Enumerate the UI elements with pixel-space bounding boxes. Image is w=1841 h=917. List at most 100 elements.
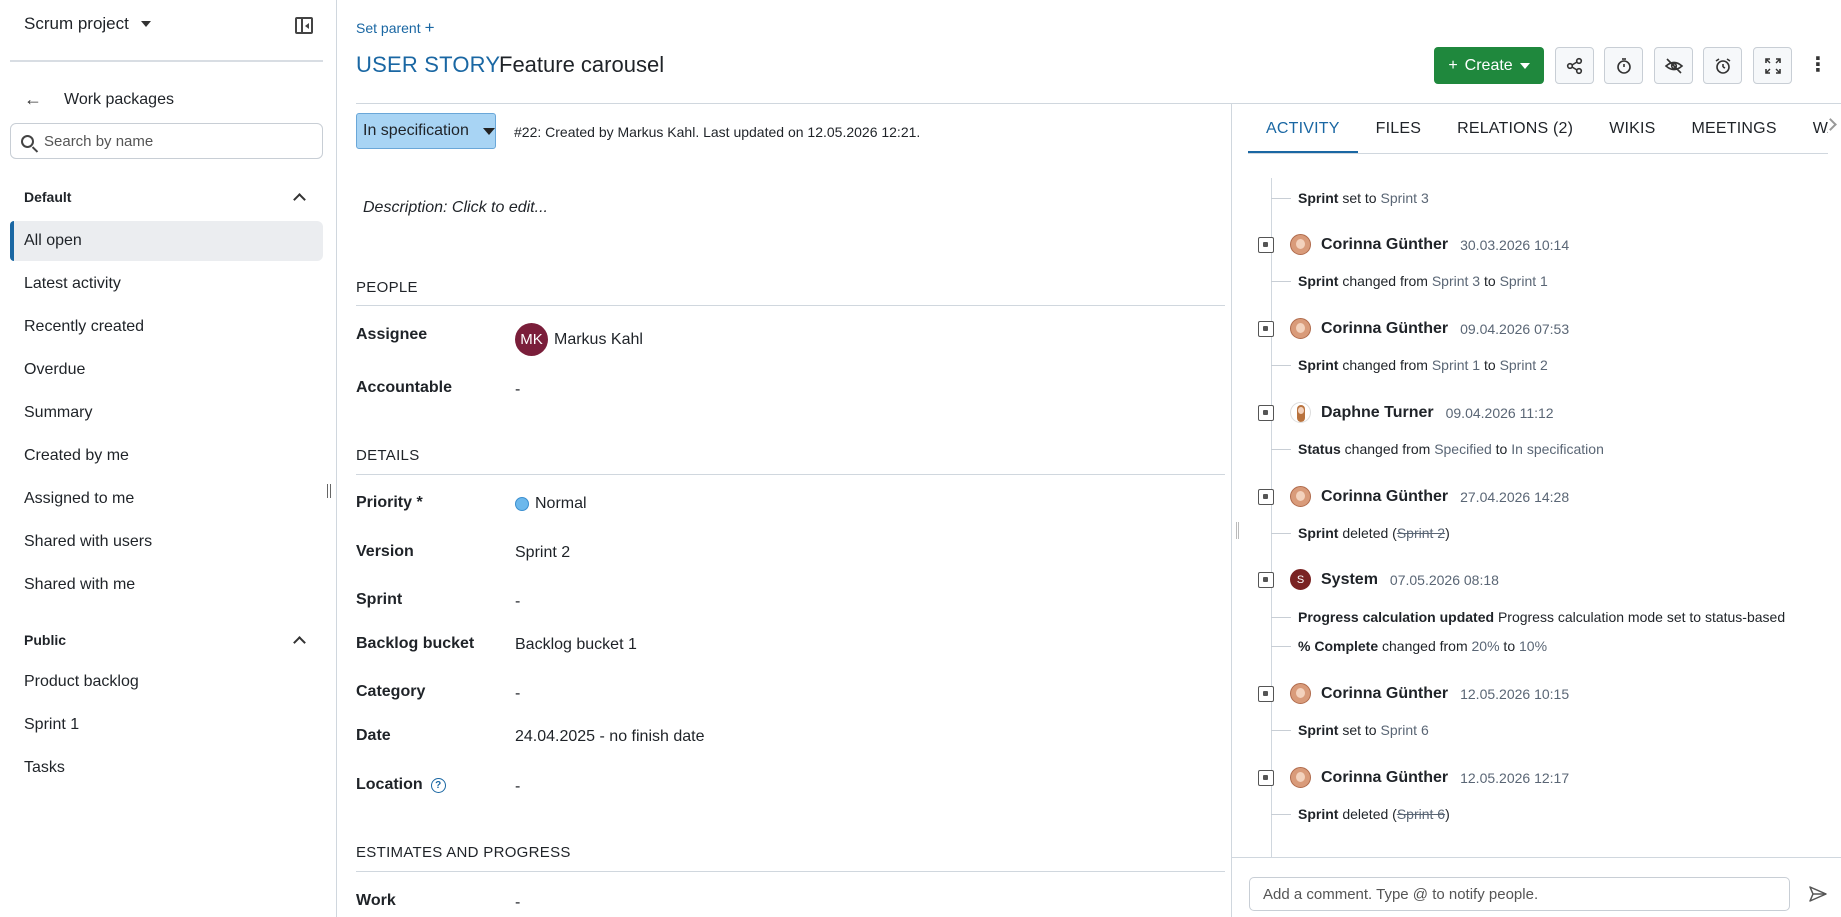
tab-wikis[interactable]: WIKIS	[1591, 104, 1673, 153]
collapse-sidebar-icon[interactable]	[295, 17, 313, 34]
avatar	[1290, 402, 1311, 423]
work-value[interactable]: -	[515, 894, 520, 912]
help-icon[interactable]: ?	[430, 777, 446, 793]
start-timer-button[interactable]	[1604, 47, 1643, 84]
tab-watchers[interactable]: WATCHERS	[1795, 104, 1828, 153]
create-button[interactable]: + Create	[1434, 47, 1544, 84]
group-default-header[interactable]: Default	[24, 189, 314, 206]
panel-divider	[1231, 104, 1232, 917]
expand-details-icon[interactable]	[1258, 685, 1274, 702]
expand-details-icon[interactable]	[1258, 571, 1274, 588]
status-label: In specification	[363, 122, 469, 139]
activity-time[interactable]: 27.04.2026 14:28	[1460, 489, 1569, 505]
project-selector[interactable]: Scrum project	[24, 14, 151, 34]
tab-activity[interactable]: ACTIVITY	[1248, 104, 1358, 153]
avatar	[1290, 318, 1311, 339]
backlog-bucket-value[interactable]: Backlog bucket 1	[515, 636, 637, 654]
sidebar-item-created-by-me[interactable]: Created by me	[10, 436, 323, 476]
alarm-clock-icon	[1715, 57, 1730, 74]
sidebar-item-product-backlog[interactable]: Product backlog	[10, 662, 323, 702]
activity-time[interactable]: 30.03.2026 10:14	[1460, 237, 1569, 253]
activity-user[interactable]: Daphne Turner	[1321, 404, 1434, 422]
send-comment-button[interactable]	[1800, 877, 1836, 911]
location-value[interactable]: -	[515, 778, 520, 796]
sprint-value[interactable]: -	[515, 593, 520, 611]
sidebar-item-tasks[interactable]: Tasks	[10, 748, 323, 788]
expand-details-icon[interactable]	[1258, 488, 1274, 505]
set-parent-link[interactable]: Set parent +	[356, 19, 435, 36]
activity-entry-header: Daphne Turner 09.04.2026 11:12	[1258, 402, 1554, 423]
more-actions-icon[interactable]: ⋮	[1808, 52, 1828, 77]
timeline-branch	[1271, 281, 1291, 282]
activity-user[interactable]: Corinna Günther	[1321, 236, 1448, 254]
date-value[interactable]: 24.04.2025 - no finish date	[515, 728, 704, 746]
sidebar-item-shared-with-users[interactable]: Shared with users	[10, 522, 323, 562]
activity-detail: % Complete changed from 20% to 10%	[1298, 638, 1548, 654]
set-parent-label: Set parent	[356, 19, 421, 36]
sidebar-item-assigned-to-me[interactable]: Assigned to me	[10, 479, 323, 519]
activity-user[interactable]: Corinna Günther	[1321, 488, 1448, 506]
sidebar-item-all-open[interactable]: All open	[10, 221, 323, 261]
sidebar-item-shared-with-me[interactable]: Shared with me	[10, 565, 323, 605]
timeline-branch	[1271, 730, 1291, 731]
work-package-subject[interactable]: Feature carousel	[499, 52, 664, 78]
expand-details-icon[interactable]	[1258, 769, 1274, 786]
panel-resize-handle[interactable]	[1236, 522, 1239, 539]
activity-user[interactable]: Corinna Günther	[1321, 769, 1448, 787]
chevron-down-icon	[482, 127, 495, 135]
priority-value[interactable]: Normal	[515, 495, 587, 513]
activity-user[interactable]: Corinna Günther	[1321, 685, 1448, 703]
avatar: S	[1290, 569, 1311, 590]
share-button[interactable]	[1555, 47, 1594, 84]
avatar	[1290, 234, 1311, 255]
sidebar-item-sprint-1[interactable]: Sprint 1	[10, 705, 323, 745]
tab-files[interactable]: FILES	[1358, 104, 1439, 153]
tab-meetings[interactable]: MEETINGS	[1674, 104, 1795, 153]
work-label: Work	[356, 892, 396, 909]
activity-detail: Progress calculation updated Progress ca…	[1298, 609, 1786, 625]
stopwatch-icon	[1616, 57, 1631, 74]
expand-details-icon[interactable]	[1258, 404, 1274, 421]
back-to-work-packages[interactable]: ← Work packages	[24, 89, 174, 110]
sidebar-item-latest-activity[interactable]: Latest activity	[10, 264, 323, 304]
fullscreen-button[interactable]	[1753, 47, 1792, 84]
description-field[interactable]: Description: Click to edit...	[363, 199, 548, 217]
sprint-label: Sprint	[356, 591, 403, 608]
activity-time[interactable]: 07.05.2026 08:18	[1390, 572, 1499, 588]
activity-time[interactable]: 12.05.2026 10:15	[1460, 686, 1569, 702]
accountable-value[interactable]: -	[515, 381, 520, 399]
plus-icon: +	[1448, 56, 1458, 74]
sidebar-item-overdue[interactable]: Overdue	[10, 350, 323, 390]
eye-closed-icon	[1664, 57, 1683, 74]
work-package-meta: #22: Created by Markus Kahl. Last update…	[514, 124, 921, 140]
expand-details-icon[interactable]	[1258, 236, 1274, 253]
activity-time[interactable]: 09.04.2026 07:53	[1460, 321, 1569, 337]
chevron-up-icon	[293, 635, 306, 649]
activity-user: System	[1321, 570, 1378, 588]
chevron-up-icon	[293, 192, 306, 206]
tab-bar: ACTIVITY FILES RELATIONS (2) WIKIS MEETI…	[1248, 104, 1828, 154]
status-dropdown[interactable]: In specification	[356, 113, 496, 149]
sidebar-resize-handle[interactable]	[327, 484, 331, 498]
expand-details-icon[interactable]	[1258, 320, 1274, 337]
search-input[interactable]	[44, 132, 304, 150]
send-icon	[1809, 886, 1827, 902]
activity-time[interactable]: 12.05.2026 12:17	[1460, 770, 1569, 786]
group-public-header[interactable]: Public	[24, 632, 314, 649]
chevron-down-icon	[140, 21, 151, 27]
reminder-button[interactable]	[1703, 47, 1742, 84]
tab-relations[interactable]: RELATIONS (2)	[1439, 104, 1591, 153]
assignee-value[interactable]: MK Markus Kahl	[515, 323, 643, 356]
unwatch-button[interactable]	[1654, 47, 1693, 84]
activity-user[interactable]: Corinna Günther	[1321, 320, 1448, 338]
activity-time[interactable]: 09.04.2026 11:12	[1446, 405, 1554, 421]
comment-input[interactable]: Add a comment. Type @ to notify people.	[1249, 877, 1790, 911]
activity-entry-header: Corinna Günther 09.04.2026 07:53	[1258, 318, 1569, 339]
version-value[interactable]: Sprint 2	[515, 544, 570, 562]
category-value[interactable]: -	[515, 685, 520, 703]
activity-detail: Sprint deleted (Sprint 6)	[1298, 806, 1450, 822]
avatar: MK	[515, 323, 548, 356]
sidebar-item-summary[interactable]: Summary	[10, 393, 323, 433]
activity-detail: Sprint changed from Sprint 3 to Sprint 1	[1298, 273, 1548, 289]
sidebar-item-recently-created[interactable]: Recently created	[10, 307, 323, 347]
